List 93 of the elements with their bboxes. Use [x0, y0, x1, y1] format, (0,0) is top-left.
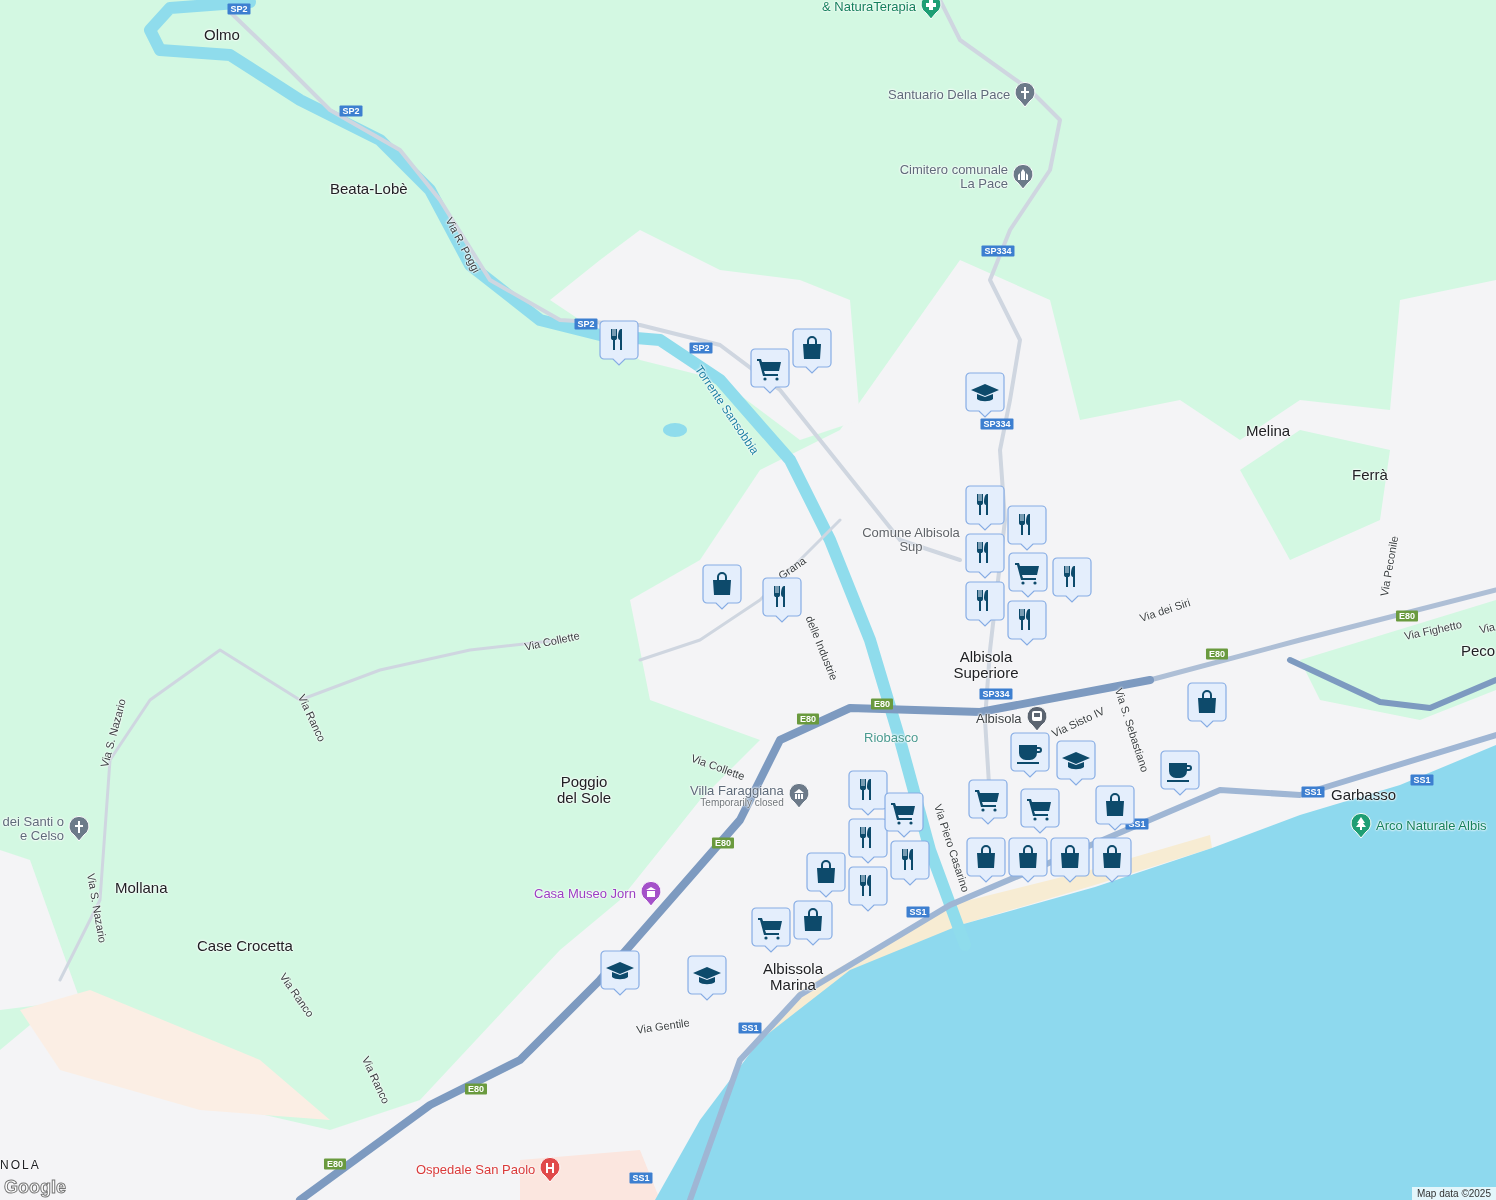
road-shield: SP2: [227, 3, 251, 15]
place-label: Mollana: [115, 880, 168, 896]
fork-knife-pin-icon[interactable]: [762, 577, 802, 623]
fork-knife-pin-icon[interactable]: [1007, 600, 1047, 646]
road-shield: SP334: [980, 418, 1014, 430]
street-label: Via Piero Casarino: [932, 802, 972, 894]
fork-knife-pin-icon[interactable]: [1007, 505, 1047, 551]
road-shield: SS1: [738, 1022, 762, 1034]
place-label: Peco: [1461, 643, 1496, 659]
graduation-cap-pin-icon[interactable]: [965, 372, 1005, 418]
road-shield: E80: [465, 1083, 487, 1095]
road-shield: SS1: [1301, 786, 1325, 798]
shopping-bag-pin-icon[interactable]: [792, 328, 832, 374]
place-label: Albissola Marina: [762, 961, 824, 993]
road-shield: SS1: [629, 1172, 653, 1184]
fork-knife-pin-icon[interactable]: [890, 840, 930, 886]
road-shield: E80: [324, 1158, 346, 1170]
street-label: Via Gentile: [635, 1016, 691, 1036]
place-label: Beata-Lobè: [330, 181, 408, 197]
poi-label[interactable]: Santuario Della Pace: [888, 88, 1011, 102]
shopping-bag-pin-icon[interactable]: [806, 852, 846, 898]
cross-pin-icon[interactable]: [68, 815, 90, 842]
poi-label[interactable]: Casa Museo Jorn: [534, 887, 636, 901]
road-shield: E80: [1206, 648, 1228, 660]
fork-knife-pin-icon[interactable]: [848, 866, 888, 912]
fork-knife-pin-icon[interactable]: [965, 581, 1005, 627]
street-label: Via S. Nazario: [98, 697, 128, 769]
poi-label[interactable]: Ospedale San Paolo: [416, 1163, 536, 1177]
cart-pin-icon[interactable]: [884, 792, 924, 838]
shopping-bag-pin-icon[interactable]: [1092, 837, 1132, 883]
place-label: Poggio del Sole: [555, 774, 613, 806]
place-label: Olmo: [204, 27, 240, 43]
attribution-text: Map data ©2025: [1411, 1187, 1496, 1200]
place-label: Melina: [1246, 423, 1291, 439]
place-label: NOLA: [0, 1159, 41, 1172]
fork-knife-pin-icon[interactable]: [965, 533, 1005, 579]
graduation-cap-pin-icon[interactable]: [1056, 740, 1096, 786]
shopping-bag-pin-icon[interactable]: [1187, 682, 1227, 728]
train-icon[interactable]: [1025, 706, 1048, 732]
road-shield: SP2: [339, 105, 363, 117]
poi-label[interactable]: dei Santi o e Celso: [0, 815, 64, 843]
fork-knife-pin-icon[interactable]: [965, 485, 1005, 531]
cart-pin-icon[interactable]: [968, 779, 1008, 825]
hospital-pin-icon[interactable]: [539, 1157, 562, 1183]
cart-pin-icon[interactable]: [1020, 788, 1060, 834]
road-shield: SP2: [689, 342, 713, 354]
place-label: Comune Albisola Sup: [862, 526, 960, 554]
place-label: Albisola Superiore: [952, 649, 1020, 681]
tree-pin-icon[interactable]: [1350, 813, 1372, 839]
street-label: Via Ranco: [359, 1054, 393, 1106]
street-label: Via Peconile: [1377, 534, 1401, 598]
shopping-bag-pin-icon[interactable]: [1008, 837, 1048, 883]
road-shield: SS1: [1410, 774, 1434, 786]
place-label: Case Crocetta: [197, 938, 293, 954]
shopping-bag-pin-icon[interactable]: [793, 900, 833, 946]
street-label: Via Sisto IV: [1049, 704, 1107, 740]
road-shield: SP334: [979, 688, 1013, 700]
cart-pin-icon[interactable]: [1008, 552, 1048, 598]
coffee-cup-pin-icon[interactable]: [1160, 750, 1200, 796]
street-label: Via dei Siri: [1138, 596, 1192, 624]
road-shield: E80: [712, 837, 734, 849]
cart-pin-icon[interactable]: [750, 348, 790, 394]
road-shield: SP334: [981, 245, 1015, 257]
coffee-cup-pin-icon[interactable]: [1010, 732, 1050, 778]
road-shield: E80: [871, 698, 893, 710]
building-pin-icon[interactable]: [787, 783, 810, 809]
building-pin-icon[interactable]: [1012, 163, 1034, 190]
road-shield: SS1: [906, 906, 930, 918]
place-label: Ferrà: [1352, 467, 1388, 483]
fork-knife-pin-icon[interactable]: [599, 320, 639, 366]
poi-label[interactable]: Arco Naturale Albis: [1376, 819, 1487, 833]
street-label: Via: [1478, 620, 1496, 636]
fork-knife-pin-icon[interactable]: [1052, 557, 1092, 603]
cross-pin-icon[interactable]: [1014, 82, 1037, 108]
logo: Google: [4, 1177, 66, 1198]
graduation-cap-pin-icon[interactable]: [687, 955, 727, 1001]
shopping-bag-pin-icon[interactable]: [702, 564, 742, 610]
building-pin-icon[interactable]: [639, 881, 662, 907]
poi-label[interactable]: Albisola: [976, 712, 1022, 726]
cart-pin-icon[interactable]: [751, 907, 791, 953]
graduation-cap-pin-icon[interactable]: [600, 950, 640, 996]
road-shield: SP2: [574, 318, 598, 330]
shopping-bag-pin-icon[interactable]: [966, 837, 1006, 883]
street-label: Via Collette: [523, 629, 581, 653]
road-shield: E80: [797, 713, 819, 725]
poi-label[interactable]: Cimitero comunale La Pace: [886, 163, 1008, 191]
poi-label[interactable]: & NaturaTerapia: [822, 0, 916, 14]
road-shield: E80: [1396, 610, 1418, 622]
place-label: Garbasso: [1331, 787, 1397, 803]
street-label: Via Ranco: [295, 692, 329, 744]
street-label: Via S. Nazario: [85, 872, 109, 944]
shopping-bag-pin-icon[interactable]: [1050, 837, 1090, 883]
cross-pin-icon[interactable]: [919, 0, 942, 20]
